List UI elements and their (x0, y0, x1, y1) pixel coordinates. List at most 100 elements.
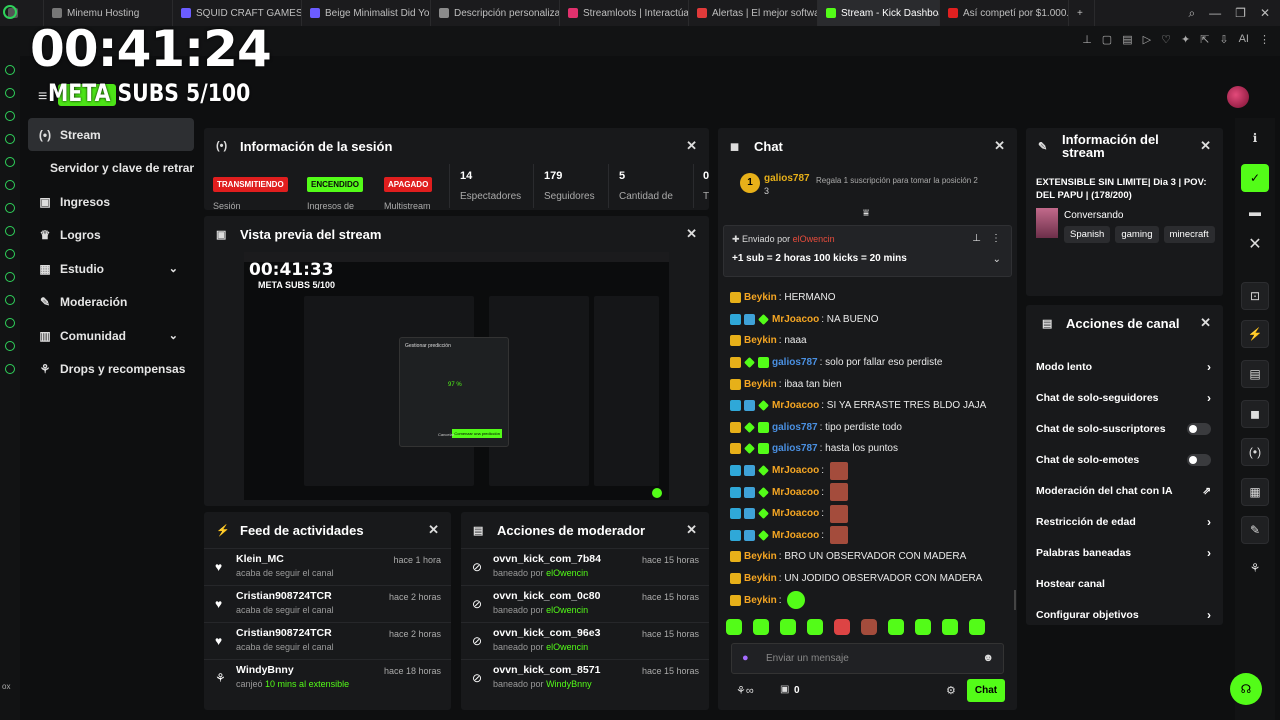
chat-message[interactable]: Beykin: UN JODIDO OBSERVADOR CON MADERA (718, 568, 1017, 590)
chat-message[interactable]: galios787: hasta los puntos (718, 438, 1017, 460)
channel-action-item[interactable]: Modo lento › (1026, 352, 1223, 383)
stream-preview-video[interactable]: 00:41:33 META SUBS 5/100 Gestionar predi… (244, 252, 669, 500)
gift-icon[interactable]: ▣ (780, 684, 789, 695)
support-icon[interactable]: ☊ (1230, 673, 1262, 705)
close-icon[interactable]: ✕ (1241, 230, 1269, 258)
check-icon[interactable]: ✓ (1241, 164, 1269, 192)
close-icon[interactable]: ✕ (1200, 315, 1211, 331)
list-item[interactable]: ⚘ WindyBnny canjeó 10 mins al extensible ha… (204, 659, 451, 696)
nav-server-key[interactable]: Servidor y clave de retransmisión (28, 152, 194, 185)
chat-message[interactable]: MrJoacoo: (718, 460, 1017, 482)
rank-badge: 1 (740, 173, 760, 193)
nav-moderation[interactable]: ✎ Moderación (28, 286, 194, 319)
close-icon[interactable]: ✕ (1260, 6, 1270, 21)
list-item[interactable]: ♥ Cristian908724TCR acaba de seguir el can… (204, 585, 451, 622)
heart-icon[interactable]: ♡ (1161, 33, 1171, 46)
channel-action-item[interactable]: Configurar objetivos › (1026, 599, 1223, 625)
bolt-icon[interactable]: ⚡ (1241, 320, 1269, 348)
nav-studio[interactable]: ▦ Estudio ⌄ (28, 252, 194, 285)
play-icon[interactable]: ▷ (1143, 33, 1151, 46)
menu-icon[interactable]: ⋮ (1259, 33, 1270, 46)
chat-message[interactable]: Beykin: (718, 589, 1017, 611)
reader-icon[interactable]: ▤ (1122, 33, 1132, 46)
chevron-down-icon[interactable]: ⌄ (993, 254, 1001, 265)
list-item[interactable]: ⊘ ovvn_kick_com_0c80 baneado por elOwencin… (461, 585, 709, 622)
close-icon[interactable]: ✕ (686, 226, 697, 242)
emoji-icon[interactable]: ☻ (982, 652, 994, 664)
nav-achievements[interactable]: ♛ Logros (28, 219, 194, 252)
close-icon[interactable]: ✕ (1200, 138, 1211, 154)
chat-message[interactable]: MrJoacoo: NA BUENO (718, 309, 1017, 331)
nav-revenue[interactable]: ▣ Ingresos (28, 185, 194, 218)
close-icon[interactable]: ✕ (428, 522, 439, 538)
channel-action-item[interactable]: Moderación del chat con IA ⇗ (1026, 476, 1223, 507)
gear-icon[interactable]: ⚙ (946, 684, 956, 697)
list-item[interactable]: ⊘ ovvn_kick_com_7b84 baneado por elOwencin… (461, 548, 709, 585)
toggle-switch[interactable] (1187, 454, 1211, 467)
pin-icon[interactable]: ⊥ (1082, 33, 1092, 46)
chat-icon[interactable]: ◼ (1241, 400, 1269, 428)
browser-tab[interactable]: Stream - Kick Dashboard (818, 0, 940, 26)
hamburger-icon[interactable]: ≡ (38, 88, 47, 106)
share-icon[interactable]: ⇱ (1200, 33, 1209, 46)
extension-icon[interactable]: ✦ (1181, 33, 1190, 46)
channel-action-item[interactable]: Palabras baneadas › (1026, 537, 1223, 568)
list-item[interactable]: ♥ Klein_MC acaba de seguir el canal hace 1 … (204, 548, 451, 585)
mic-icon[interactable]: ● (742, 652, 749, 664)
chat-message[interactable]: MrJoacoo: (718, 525, 1017, 547)
browser-tab[interactable]: Beige Minimalist Did You K (302, 0, 431, 26)
chat-message[interactable]: MrJoacoo: (718, 481, 1017, 503)
info-icon[interactable]: ℹ (1241, 124, 1269, 152)
channel-action-item[interactable]: Hostear canal (1026, 568, 1223, 599)
close-icon[interactable]: ✕ (994, 138, 1005, 154)
chat-message[interactable]: Beykin: BRO UN OBSERVADOR CON MADERA (718, 546, 1017, 568)
browser-tab[interactable]: Alertas | El mejor software (689, 0, 818, 26)
list-item[interactable]: ♥ Cristian908724TCR acaba de seguir el can… (204, 622, 451, 659)
more-icon[interactable]: ⋮ (991, 233, 1001, 244)
chat-message[interactable]: Beykin: HERMANO (718, 287, 1017, 309)
restore-icon[interactable]: ❐ (1235, 6, 1246, 21)
drops-icon[interactable]: ⚘∞ (736, 684, 754, 697)
chat-message[interactable]: Beykin: naaa (718, 330, 1017, 352)
nav-stream[interactable]: (•) Stream (28, 118, 194, 151)
chat-message[interactable]: MrJoacoo: (718, 503, 1017, 525)
settings-icon[interactable]: ▦ (1241, 478, 1269, 506)
toggle-switch[interactable] (1187, 423, 1211, 436)
channel-action-item[interactable]: Chat de solo-suscriptores (1026, 414, 1223, 445)
bookmark-icon[interactable]: ▢ (1102, 33, 1112, 46)
list-item[interactable]: ⊘ ovvn_kick_com_8571 baneado por WindyBnny… (461, 659, 709, 696)
channel-action-item[interactable]: Restricción de edad › (1026, 506, 1223, 537)
filter-icon[interactable]: ⩸ (863, 208, 869, 219)
category[interactable]: Conversando (1064, 210, 1123, 221)
browser-tab[interactable]: Descripción personalizad (431, 0, 560, 26)
channel-action-item[interactable]: Chat de solo-emotes (1026, 445, 1223, 476)
drops-icon[interactable]: ⚘ (1241, 554, 1269, 582)
search-icon[interactable]: ⌕ (1188, 6, 1195, 21)
wrench-icon[interactable]: ✎ (1241, 516, 1269, 544)
minimize-icon[interactable]: — (1209, 6, 1221, 21)
nav-community[interactable]: ▥ Comunidad ⌄ (28, 319, 194, 352)
screen-capture-icon[interactable]: ⊡ (1241, 282, 1269, 310)
broadcast-icon[interactable]: (•) (1241, 438, 1269, 466)
new-tab-button[interactable]: + (1069, 0, 1095, 26)
layout-icon[interactable]: ▬ (1241, 198, 1269, 226)
document-icon[interactable]: ▤ (1241, 360, 1269, 388)
close-icon[interactable]: ✕ (686, 138, 697, 154)
download-icon[interactable]: ⇩ (1219, 33, 1228, 46)
chat-message[interactable]: Beykin: ibaa tan bien (718, 373, 1017, 395)
browser-tab[interactable]: Streamloots | Interactúa c (560, 0, 689, 26)
chat-message[interactable]: galios787: solo por fallar eso perdiste (718, 352, 1017, 374)
pin-icon[interactable]: ⊥ (972, 233, 981, 244)
avatar[interactable] (1227, 86, 1249, 108)
chat-input[interactable]: ● Enviar un mensaje ☻ (731, 643, 1004, 674)
list-item[interactable]: ⊘ ovvn_kick_com_96e3 baneado por elOwencin… (461, 622, 709, 659)
nav-drops[interactable]: ⚘ Drops y recompensas (28, 353, 194, 386)
chat-message[interactable]: galios787: tipo perdiste todo (718, 417, 1017, 439)
chat-message[interactable]: MrJoacoo: SI YA ERRASTE TRES BLDO JAJA (718, 395, 1017, 417)
ai-button[interactable]: AI (1239, 33, 1249, 46)
browser-tab[interactable]: Así competí por $1.000.00 (940, 0, 1069, 26)
close-icon[interactable]: ✕ (686, 522, 697, 538)
channel-action-item[interactable]: Chat de solo-seguidores › (1026, 383, 1223, 414)
send-chat-button[interactable]: Chat (967, 679, 1005, 702)
scrollbar[interactable] (1014, 590, 1016, 610)
